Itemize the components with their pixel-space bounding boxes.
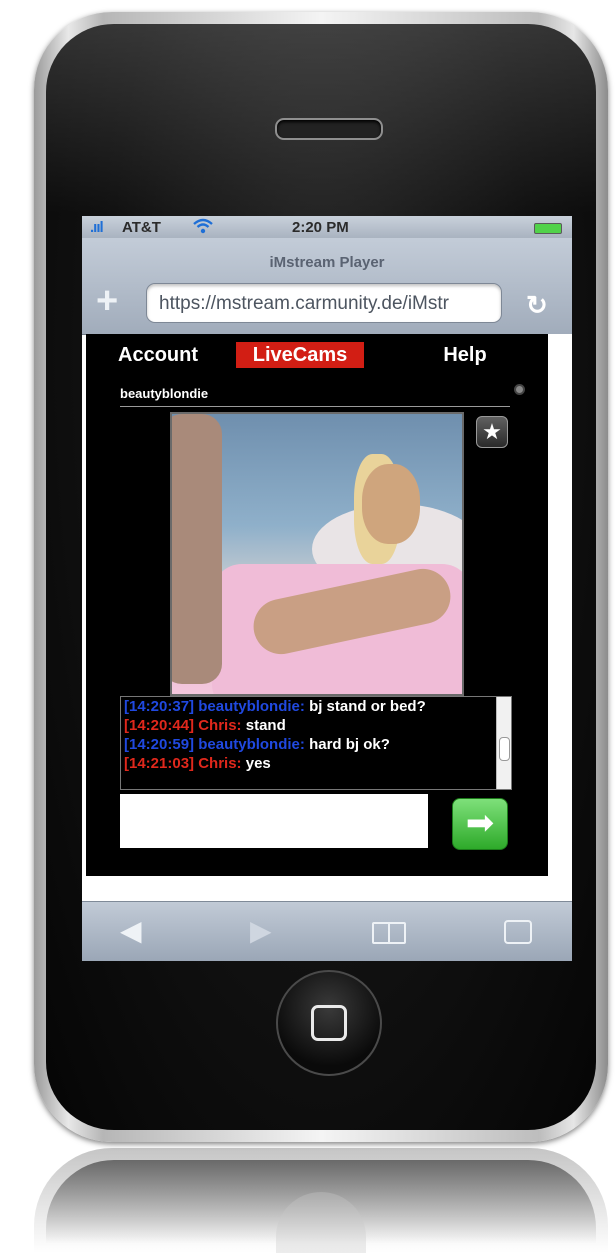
page-title: iMstream Player [269, 254, 385, 271]
carrier-label: AT&T [122, 219, 161, 236]
signal-icon: .ııl [90, 219, 104, 236]
battery-icon [534, 223, 562, 234]
add-bookmark-button[interactable]: + [96, 282, 118, 320]
chat-timestamp: [14:20:44] [124, 717, 195, 734]
home-button[interactable] [276, 970, 382, 1076]
status-time: 2:20 PM [292, 219, 349, 236]
earpiece-speaker [275, 118, 383, 140]
phone-screen: .ııl AT&T 2:20 PM iMstream Player + http… [82, 216, 572, 961]
chat-message: [14:21:03] Chris: yes [121, 754, 511, 773]
online-status-icon [514, 384, 525, 395]
favorite-star-button[interactable]: ★ [476, 416, 508, 448]
browser-toolbar: ◀ ▶ [82, 901, 572, 961]
wifi-icon [192, 217, 214, 239]
webcam-video[interactable] [170, 412, 464, 696]
chat-text: yes [245, 755, 271, 772]
chat-text: bj stand or bed? [309, 698, 426, 715]
chat-username: Chris: [198, 755, 242, 772]
tab-help[interactable]: Help [424, 342, 506, 368]
tab-account[interactable]: Account [104, 342, 212, 368]
web-page: Account LiveCams Help beautyblondie ★ [1… [86, 334, 548, 876]
chat-message: [14:20:59] beautyblondie: hard bj ok? [121, 735, 511, 754]
chat-message: [14:20:37] beautyblondie: bj stand or be… [121, 697, 511, 716]
chat-timestamp: [14:21:03] [124, 755, 195, 772]
cam-username[interactable]: beautyblondie [120, 386, 208, 401]
reload-icon[interactable]: ↻ [526, 290, 548, 321]
video-figure [172, 414, 222, 684]
page-margin [548, 334, 572, 876]
pages-icon[interactable] [504, 920, 532, 944]
chat-scrollbar[interactable] [496, 697, 511, 789]
chat-message-input[interactable] [120, 794, 428, 848]
chat-log[interactable]: [14:20:37] beautyblondie: bj stand or be… [120, 696, 512, 790]
status-bar: .ııl AT&T 2:20 PM [82, 216, 572, 238]
device-reflection [34, 1148, 608, 1253]
bookmarks-icon[interactable] [372, 922, 406, 944]
nav-tabs: Account LiveCams Help [86, 342, 548, 368]
browser-address-bar: iMstream Player + https://mstream.carmun… [82, 238, 572, 335]
video-figure-head [362, 464, 420, 544]
url-field[interactable]: https://mstream.carmunity.de/iMstr [146, 283, 502, 323]
chat-message: [14:20:44] Chris: stand [121, 716, 511, 735]
home-square-icon [311, 1005, 347, 1041]
forward-icon[interactable]: ▶ [250, 916, 272, 946]
tab-livecams[interactable]: LiveCams [236, 342, 364, 368]
chat-timestamp: [14:20:37] [124, 698, 195, 715]
send-button[interactable]: ➡ [452, 798, 508, 850]
chat-username: beautyblondie: [198, 698, 305, 715]
chat-text: hard bj ok? [309, 736, 390, 753]
chat-timestamp: [14:20:59] [124, 736, 195, 753]
divider [120, 406, 510, 407]
chat-username: Chris: [198, 717, 242, 734]
chat-username: beautyblondie: [198, 736, 305, 753]
chat-text: stand [245, 717, 286, 734]
scrollbar-thumb[interactable] [499, 737, 510, 761]
back-icon[interactable]: ◀ [120, 916, 142, 946]
